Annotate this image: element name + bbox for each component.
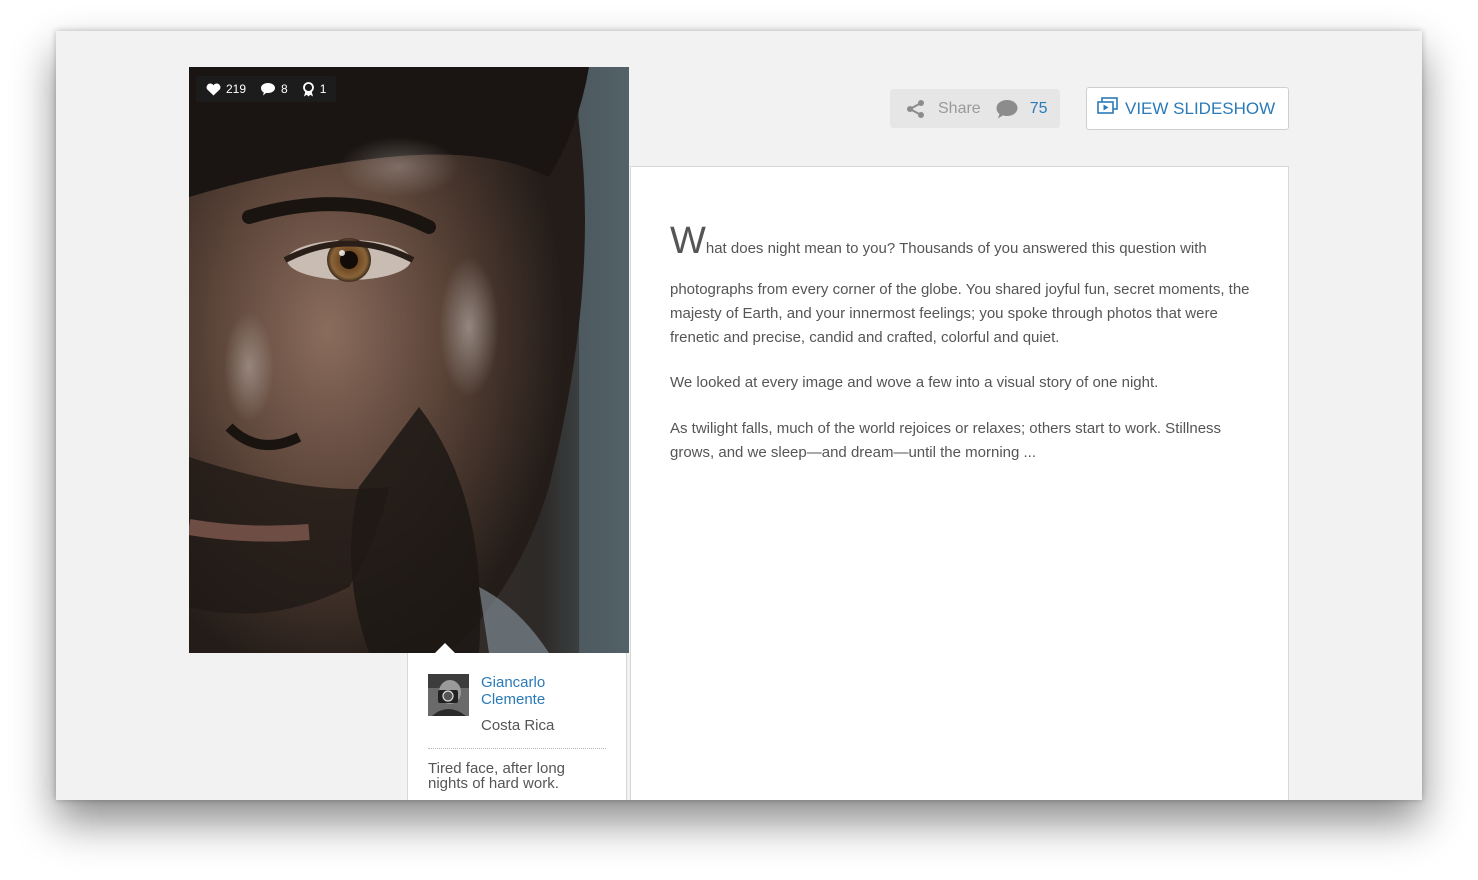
- view-slideshow-button[interactable]: VIEW SLIDESHOW: [1086, 87, 1289, 130]
- article-paragraph-2: We looked at every image and wove a few …: [670, 374, 1159, 391]
- awards-stat[interactable]: 1: [302, 81, 327, 97]
- article-body: What does night mean to you? Thousands o…: [630, 166, 1289, 800]
- award-ribbon-icon: [302, 81, 314, 96]
- caption-divider: [428, 748, 606, 749]
- likes-stat[interactable]: 219: [206, 82, 246, 96]
- article-paragraph-3: As twilight falls, much of the world rej…: [670, 420, 1222, 461]
- share-toolbar: Share 75: [890, 89, 1060, 128]
- comment-bubble-icon[interactable]: [995, 98, 1019, 120]
- portrait-image: [189, 67, 629, 653]
- comments-count: 8: [281, 82, 288, 96]
- app-window: 219 8 1 Giancarlo Clemente Costa Rica Ti…: [56, 31, 1422, 800]
- speech-bubble-icon: [261, 83, 276, 96]
- article-paragraph-1: photographs from every corner of the glo…: [670, 281, 1250, 346]
- photographer-avatar-image: [428, 674, 469, 716]
- comments-stat[interactable]: 8: [260, 82, 288, 96]
- share-icon[interactable]: [906, 99, 926, 119]
- article-intro-first-line: What does night mean to you? Thousands o…: [670, 222, 1250, 261]
- comment-count-link[interactable]: 75: [1030, 100, 1048, 118]
- view-slideshow-label: VIEW SLIDESHOW: [1125, 98, 1276, 118]
- photo-caption-card: Giancarlo Clemente Costa Rica Tired face…: [407, 653, 627, 800]
- slideshow-icon: [1097, 97, 1118, 114]
- author-avatar[interactable]: [428, 674, 469, 716]
- featured-photo[interactable]: 219 8 1: [189, 67, 629, 653]
- drop-cap: W: [670, 220, 706, 262]
- caption-text: Tired face, after long nights of hard wo…: [428, 760, 566, 792]
- share-button[interactable]: Share: [938, 100, 981, 118]
- awards-count: 1: [319, 82, 327, 96]
- photo-stats-bar: 219 8 1: [196, 76, 337, 102]
- heart-icon: [206, 83, 221, 95]
- author-location: Costa Rica: [481, 717, 555, 734]
- likes-count: 219: [226, 82, 247, 96]
- author-name-link[interactable]: Giancarlo Clemente: [481, 674, 611, 708]
- intro-first-line-text: hat does night mean to you? Thousands of…: [705, 240, 1207, 257]
